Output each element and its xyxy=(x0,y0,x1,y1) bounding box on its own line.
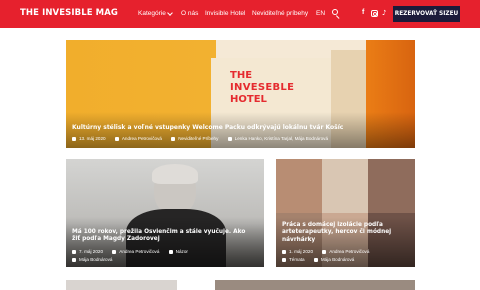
left-card-meta: 7. máj 2020 Andrea Petrovičová Názor xyxy=(72,249,188,254)
left-card-tags: Mája Bodnárová xyxy=(72,257,112,262)
calendar-icon xyxy=(72,136,76,141)
reserve-stay-button[interactable]: REZERVOVAŤ SIZEU xyxy=(393,6,460,22)
collage-tile-3 xyxy=(368,159,415,213)
left-date: 7. máj 2020 xyxy=(79,249,104,254)
nav-item-invisible-hotel[interactable]: Invisible Hotel xyxy=(205,10,245,17)
nav-item-lang-en[interactable]: EN xyxy=(316,10,325,17)
portrait-hair xyxy=(152,164,198,184)
right-card-meta-2: Témata Mája Bodnárová xyxy=(282,257,354,262)
nav-item-o-nas[interactable]: O nás xyxy=(181,10,198,17)
poster-text-the: THE xyxy=(230,70,253,81)
tag-icon xyxy=(313,257,318,262)
nav-item-nevidi-pribehy[interactable]: Neviditeľné príbehy xyxy=(252,10,308,17)
folder-icon xyxy=(168,249,173,254)
tag-icon xyxy=(72,257,76,262)
folder-icon xyxy=(282,257,286,262)
user-icon xyxy=(114,136,119,141)
right-card-title[interactable]: Práca s domácej izolácie podľa arteterap… xyxy=(282,222,410,244)
featured-article-card[interactable]: THE INVESEBLE HOTEL Kultúrny stélisk a v… xyxy=(66,40,415,148)
calendar-icon xyxy=(282,249,286,254)
facebook-icon[interactable]: f xyxy=(362,9,364,16)
collage-tile-2 xyxy=(322,159,368,213)
chevron-down-icon[interactable] xyxy=(167,10,173,16)
site-logo[interactable]: THE INVESIBLE MAG xyxy=(20,8,118,18)
top-navbar: THE INVESIBLE MAG Kategórie O nás Invisi… xyxy=(0,0,480,28)
instagram-icon[interactable] xyxy=(371,10,378,17)
left-author[interactable]: Andrea Petrovičová xyxy=(119,249,159,254)
hero-article-title[interactable]: Kultúrny stélisk a voľné vstupenky Welco… xyxy=(72,124,402,131)
user-icon xyxy=(322,249,327,254)
poster-text-hotel: HOTEL xyxy=(230,94,267,105)
next-card-1-preview[interactable] xyxy=(66,280,177,290)
tiktok-icon[interactable]: ♪ xyxy=(382,9,386,17)
hero-tags[interactable]: Lenka Hanko, Kristína Tarjal, Mája Bodná… xyxy=(235,136,328,141)
folder-icon xyxy=(171,136,176,141)
hero-date: 13. máj 2020 xyxy=(79,136,106,141)
user-icon xyxy=(112,249,117,254)
right-card-meta: 1. máj 2020 Andrea Petrovičová xyxy=(282,249,369,254)
left-card-title[interactable]: Má 100 rokov, prežila Osvienčim a stále … xyxy=(72,229,247,244)
left-tags[interactable]: Mája Bodnárová xyxy=(79,257,112,262)
next-card-2-preview[interactable] xyxy=(215,280,415,290)
right-tags[interactable]: Mája Bodnárová xyxy=(321,257,354,262)
search-icon[interactable] xyxy=(332,9,341,19)
calendar-icon xyxy=(72,249,76,254)
hero-author[interactable]: Andrea Petrovičová xyxy=(122,136,162,141)
article-card-izolacia[interactable]: Práca s domácej izolácie podľa arteterap… xyxy=(276,159,415,267)
right-category[interactable]: Témata xyxy=(289,257,305,262)
tag-icon xyxy=(227,136,232,141)
right-author[interactable]: Andrea Petrovičová xyxy=(329,249,369,254)
poster-text-invisible: INVESEBLE xyxy=(230,82,295,93)
article-card-magda[interactable]: Má 100 rokov, prežila Osvienčim a stále … xyxy=(66,159,264,267)
hero-article-meta: 13. máj 2020 Andrea Petrovičová Nevidite… xyxy=(72,136,328,141)
right-date: 1. máj 2020 xyxy=(289,249,314,254)
hero-category[interactable]: Neviditeľné Príbehy xyxy=(178,136,218,141)
nav-item-kategorie[interactable]: Kategórie xyxy=(138,10,166,17)
left-category[interactable]: Názor xyxy=(176,249,188,254)
collage-tile-1 xyxy=(276,159,322,213)
